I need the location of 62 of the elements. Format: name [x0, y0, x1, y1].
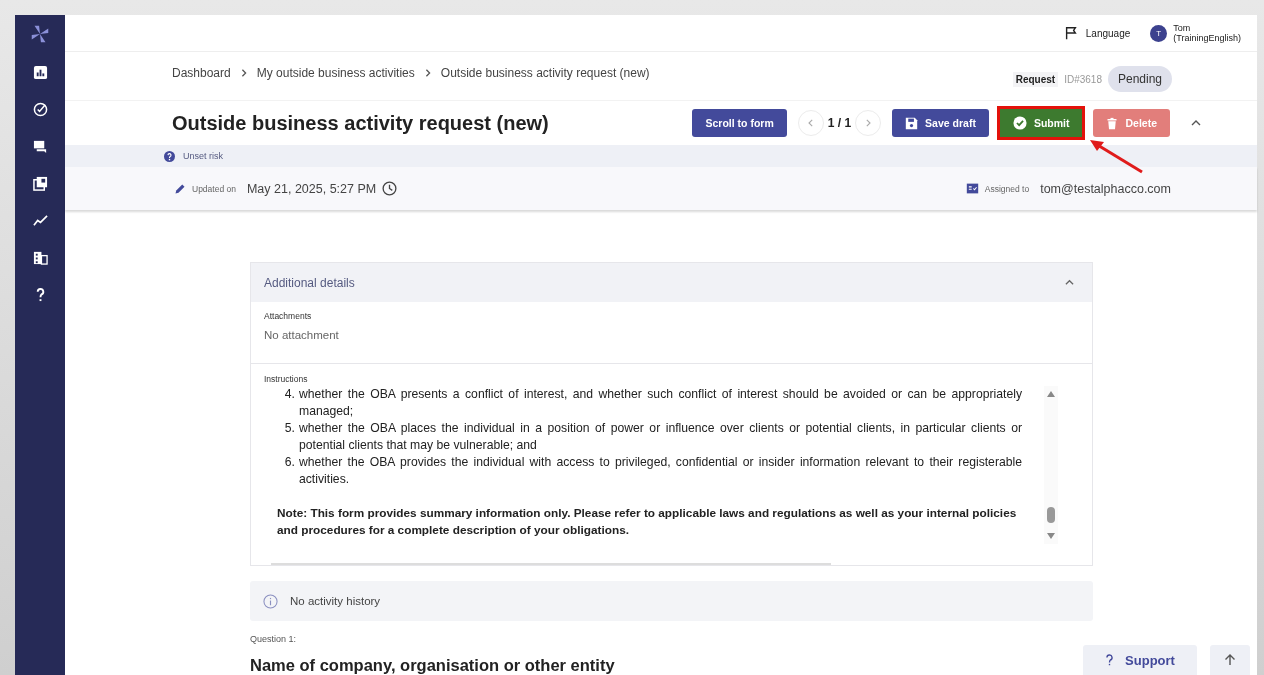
status-badge: Pending — [1107, 66, 1172, 92]
chevron-right-icon — [239, 69, 248, 77]
user-name: Tom — [1173, 23, 1192, 33]
updated-label: Updated on — [192, 183, 236, 194]
card-title: Additional details — [264, 275, 355, 290]
chevron-up-icon[interactable] — [1065, 278, 1074, 287]
clock-icon — [382, 181, 398, 196]
scrollbar[interactable] — [1044, 386, 1058, 544]
question-label: Question 1: — [250, 634, 298, 644]
list-number: 6. — [284, 454, 295, 471]
page-counter: 1 / 1 — [827, 116, 852, 130]
attachments-label: Attachments — [264, 311, 313, 321]
breadcrumb-link[interactable]: Dashboard — [172, 66, 231, 80]
assigned-label: Assigned to — [984, 183, 1030, 194]
submit-button[interactable]: Submit — [999, 109, 1083, 137]
check-circle-icon — [1012, 116, 1027, 130]
chevron-right-icon — [423, 69, 432, 77]
chevron-up-icon[interactable] — [1191, 118, 1201, 128]
language-link[interactable]: Language — [1085, 27, 1131, 39]
user-avatar[interactable]: T — [1150, 24, 1168, 42]
bar-chart-icon[interactable] — [32, 65, 48, 80]
support-button[interactable]: Support — [1083, 645, 1197, 675]
chevron-right-icon — [864, 119, 873, 127]
building-icon[interactable] — [32, 250, 48, 265]
scroll-to-form-button[interactable]: Scroll to form — [692, 109, 787, 137]
scroll-down-icon[interactable] — [1046, 532, 1056, 540]
updated-date: May 21, 2025, 5:27 PM — [246, 181, 377, 196]
info-icon — [263, 593, 278, 609]
help-icon — [1105, 654, 1115, 666]
request-label: Request — [1012, 71, 1059, 87]
attachments-value: No attachment — [264, 329, 340, 341]
chevron-left-icon — [806, 119, 815, 127]
trash-icon — [1106, 116, 1119, 130]
assignment-icon — [965, 182, 979, 195]
question-circle-icon — [164, 150, 175, 162]
user-subtitle: (TrainingEnglish) — [1173, 33, 1241, 43]
risk-label: Unset risk — [183, 151, 223, 161]
list-number: 4. — [284, 386, 295, 403]
scrollbar-thumb[interactable] — [1047, 507, 1055, 523]
card-header[interactable]: Additional details — [251, 263, 1092, 302]
check-circle-icon[interactable] — [32, 102, 48, 117]
trend-icon[interactable] — [32, 213, 48, 228]
scroll-up-icon[interactable] — [1046, 390, 1056, 398]
pencil-icon — [174, 182, 186, 195]
instructions-label: Instructions — [264, 374, 309, 384]
scroll-top-button[interactable] — [1210, 645, 1250, 675]
list-item-text: whether the OBA presents a conflict of interest, and whether such conflict of interest should be avoided or can be appropriately managed; — [299, 386, 1023, 420]
flag-icon — [1063, 26, 1078, 40]
breadcrumb-link[interactable]: My outside business activities — [256, 66, 415, 80]
activity-text: No activity history — [290, 595, 381, 607]
page-title: Outside business activity request (new) — [172, 111, 549, 135]
list-number: 5. — [284, 420, 295, 437]
arrow-up-icon — [1224, 654, 1236, 666]
chat-icon[interactable] — [32, 139, 48, 154]
assigned-email: tom@testalphacco.com — [1040, 181, 1171, 196]
cards-icon[interactable] — [32, 176, 48, 191]
save-button[interactable]: Save draft — [892, 109, 989, 137]
logo-icon — [29, 23, 51, 45]
list-item-text: whether the OBA provides the individual with access to privileged, confidential or insider information relevant to their registerable activities. — [299, 454, 1023, 488]
request-id: ID#3618 — [1064, 73, 1102, 85]
question-title: Name of company, organisation or other entity — [250, 656, 615, 675]
note-text: Note: This form provides summary information only. Please refer to applicable laws and regulations as well as your internal policies and procedures for a complete description of your obligations. — [277, 505, 1018, 539]
